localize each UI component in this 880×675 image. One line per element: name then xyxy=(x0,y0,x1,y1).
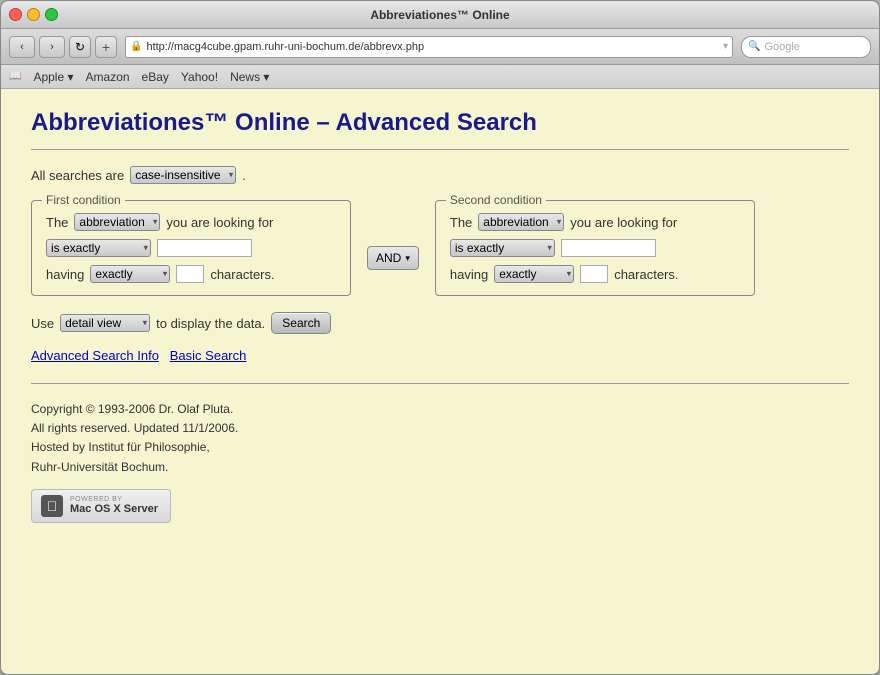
second-condition-box: Second condition The abbreviation expans… xyxy=(435,200,755,296)
first-field-select[interactable]: abbreviation expansion xyxy=(74,213,160,231)
search-icon: 🔍 xyxy=(748,41,760,52)
second-is-select-wrapper: is exactly starts with ends with contain… xyxy=(450,239,555,257)
url-text: http://macg4cube.gpam.ruhr-uni-bochum.de… xyxy=(146,41,424,53)
hosted-line: Hosted by Institut für Philosophie, xyxy=(31,438,849,457)
sidebar-item-amazon[interactable]: Amazon xyxy=(86,70,130,84)
sidebar-item-news[interactable]: News ▾ xyxy=(230,70,269,84)
and-dropdown-icon: ▾ xyxy=(405,253,410,264)
second-condition-having-row: having exactly at least at most characte… xyxy=(450,265,740,283)
second-characters-label: characters. xyxy=(614,267,678,282)
bookmarks-bar: 📖 Apple ▾ Amazon eBay Yahoo! News ▾ xyxy=(1,65,879,89)
search-placeholder: Google xyxy=(764,41,799,53)
first-chars-input[interactable] xyxy=(176,265,204,283)
second-condition-is-row: is exactly starts with ends with contain… xyxy=(450,239,740,257)
powered-by-label: POWERED BY xyxy=(70,496,158,503)
first-condition-field-row: The abbreviation expansion you are looki… xyxy=(46,213,336,231)
page-content: Abbreviationes™ Online – Advanced Search… xyxy=(1,89,879,674)
second-having-label: having xyxy=(450,267,488,282)
back-button[interactable]: ‹ xyxy=(9,36,35,58)
close-button[interactable] xyxy=(9,8,22,21)
case-period: . xyxy=(242,168,246,183)
address-bar[interactable]: 🔒 http://macg4cube.gpam.ruhr-uni-bochum.… xyxy=(125,36,733,58)
case-sensitivity-row: All searches are case-insensitive case-s… xyxy=(31,166,849,184)
macos-badge:  POWERED BY Mac OS X Server xyxy=(31,489,171,523)
first-characters-label: characters. xyxy=(210,267,274,282)
footer-divider xyxy=(31,383,849,384)
first-looking-for-label: you are looking for xyxy=(166,215,273,230)
bookmarks-icon: 📖 xyxy=(9,71,21,82)
second-condition-field-row: The abbreviation expansion you are looki… xyxy=(450,213,740,231)
second-is-select[interactable]: is exactly starts with ends with contain… xyxy=(450,239,555,257)
add-tab-button[interactable]: + xyxy=(95,36,117,58)
first-condition-having-row: having exactly at least at most characte… xyxy=(46,265,336,283)
and-label: AND xyxy=(376,251,401,265)
first-having-label: having xyxy=(46,267,84,282)
sidebar-item-yahoo[interactable]: Yahoo! xyxy=(181,70,218,84)
first-condition-legend: First condition xyxy=(42,193,125,207)
links-row: Advanced Search Info Basic Search xyxy=(31,348,849,363)
reload-button[interactable]: ↻ xyxy=(69,36,91,58)
second-field-select-wrapper: abbreviation expansion xyxy=(478,213,564,231)
view-select[interactable]: detail view list view xyxy=(60,314,150,332)
sidebar-item-ebay[interactable]: eBay xyxy=(142,70,169,84)
page-title: Abbreviationes™ Online – Advanced Search xyxy=(31,109,849,137)
second-condition-legend: Second condition xyxy=(446,193,546,207)
search-button[interactable]: Search xyxy=(271,312,331,334)
macos-text-group: POWERED BY Mac OS X Server xyxy=(70,496,158,515)
search-bar[interactable]: 🔍 Google xyxy=(741,36,871,58)
first-condition-box: First condition The abbreviation expansi… xyxy=(31,200,351,296)
and-button[interactable]: AND ▾ xyxy=(367,246,419,270)
second-chars-input[interactable] xyxy=(580,265,608,283)
second-having-select-wrapper: exactly at least at most xyxy=(494,265,574,283)
minimize-button[interactable] xyxy=(27,8,40,21)
window-title: Abbreviationes™ Online xyxy=(370,8,509,22)
browser-window: Abbreviationes™ Online ‹ › ↻ + 🔒 http://… xyxy=(0,0,880,675)
first-field-select-wrapper: abbreviation expansion xyxy=(74,213,160,231)
forward-button[interactable]: › xyxy=(39,36,65,58)
conditions-row: First condition The abbreviation expansi… xyxy=(31,200,849,296)
second-looking-for-label: you are looking for xyxy=(570,215,677,230)
university-line: Ruhr-Universität Bochum. xyxy=(31,458,849,477)
copyright-line: Copyright © 1993-2006 Dr. Olaf Pluta. xyxy=(31,400,849,419)
macos-server-label: Mac OS X Server xyxy=(70,503,158,515)
svg-text::  xyxy=(47,498,58,514)
toolbar: ‹ › ↻ + 🔒 http://macg4cube.gpam.ruhr-uni… xyxy=(1,29,879,65)
case-select[interactable]: case-insensitive case-sensitive xyxy=(130,166,236,184)
first-having-select-wrapper: exactly at least at most xyxy=(90,265,170,283)
advanced-search-info-link[interactable]: Advanced Search Info xyxy=(31,348,159,363)
sidebar-item-apple[interactable]: Apple ▾ xyxy=(33,70,73,84)
title-bar: Abbreviationes™ Online xyxy=(1,1,879,29)
basic-search-link[interactable]: Basic Search xyxy=(170,348,247,363)
window-controls xyxy=(9,8,58,21)
footer-text: Copyright © 1993-2006 Dr. Olaf Pluta. Al… xyxy=(31,400,849,477)
second-the-label: The xyxy=(450,215,472,230)
rights-line: All rights reserved. Updated 11/1/2006. xyxy=(31,419,849,438)
macos-icon:  xyxy=(40,494,64,518)
first-the-label: The xyxy=(46,215,68,230)
first-is-select[interactable]: is exactly starts with ends with contain… xyxy=(46,239,151,257)
first-search-input[interactable] xyxy=(157,239,252,257)
case-select-wrapper: case-insensitive case-sensitive xyxy=(130,166,236,184)
second-search-input[interactable] xyxy=(561,239,656,257)
display-label: to display the data. xyxy=(156,316,265,331)
view-select-wrapper: detail view list view xyxy=(60,314,150,332)
case-label: All searches are xyxy=(31,168,124,183)
second-having-select[interactable]: exactly at least at most xyxy=(494,265,574,283)
secure-icon: 🔒 xyxy=(130,41,142,52)
maximize-button[interactable] xyxy=(45,8,58,21)
second-field-select[interactable]: abbreviation expansion xyxy=(478,213,564,231)
display-row: Use detail view list view to display the… xyxy=(31,312,849,334)
title-divider xyxy=(31,149,849,150)
first-condition-is-row: is exactly starts with ends with contain… xyxy=(46,239,336,257)
use-label: Use xyxy=(31,316,54,331)
first-is-select-wrapper: is exactly starts with ends with contain… xyxy=(46,239,151,257)
first-having-select[interactable]: exactly at least at most xyxy=(90,265,170,283)
address-dropdown-arrow: ▾ xyxy=(723,41,728,52)
